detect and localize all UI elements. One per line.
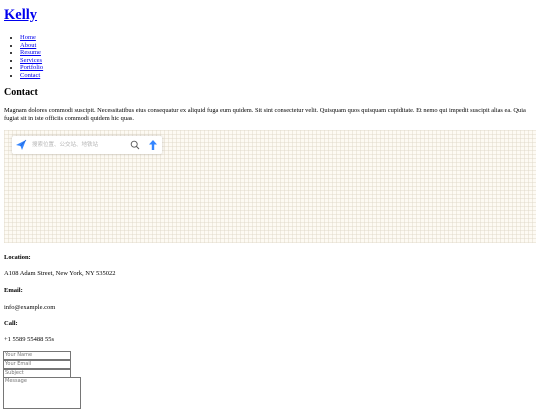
nav-link-about[interactable]: About [20,42,36,49]
location-value: A108 Adam Street, New York, NY 535022 [4,270,116,277]
map-search-input[interactable] [32,139,122,151]
email-value: info@example.com [4,304,56,311]
message-field[interactable] [3,377,81,409]
site-title-link[interactable]: Kelly [4,7,37,23]
call-value: +1 5589 55488 55s [4,336,55,343]
site-title: Kelly [4,7,37,24]
nav-link-portfolio[interactable]: Portfolio [20,64,43,71]
nav-link-resume[interactable]: Resume [20,49,41,56]
contact-heading: Contact [4,87,38,98]
email-field[interactable] [3,360,71,369]
nav-item-contact: Contact [20,72,43,80]
nav-link-contact[interactable]: Contact [20,72,40,79]
magnifier-icon[interactable] [130,140,140,150]
contact-intro-text: Magnam dolores commodi suscipit. Necessi… [4,107,526,122]
email-title: Email: [4,287,23,294]
paper-plane-icon[interactable] [15,139,27,151]
route-arrow-icon[interactable] [148,139,158,151]
nav-item-about: About [20,42,43,50]
nav-item-home: Home [20,34,43,42]
name-field[interactable] [3,351,71,360]
nav-item-services: Services [20,57,43,65]
nav-link-services[interactable]: Services [20,57,42,64]
location-title: Location: [4,254,31,261]
nav-item-portfolio: Portfolio [20,64,43,72]
nav-item-resume: Resume [20,49,43,57]
map-panel[interactable] [4,130,536,243]
call-title: Call: [4,320,18,327]
nav-link-home[interactable]: Home [20,34,36,41]
main-nav: Home About Resume Services Portfolio Con… [4,34,43,80]
map-search-box [12,136,162,154]
